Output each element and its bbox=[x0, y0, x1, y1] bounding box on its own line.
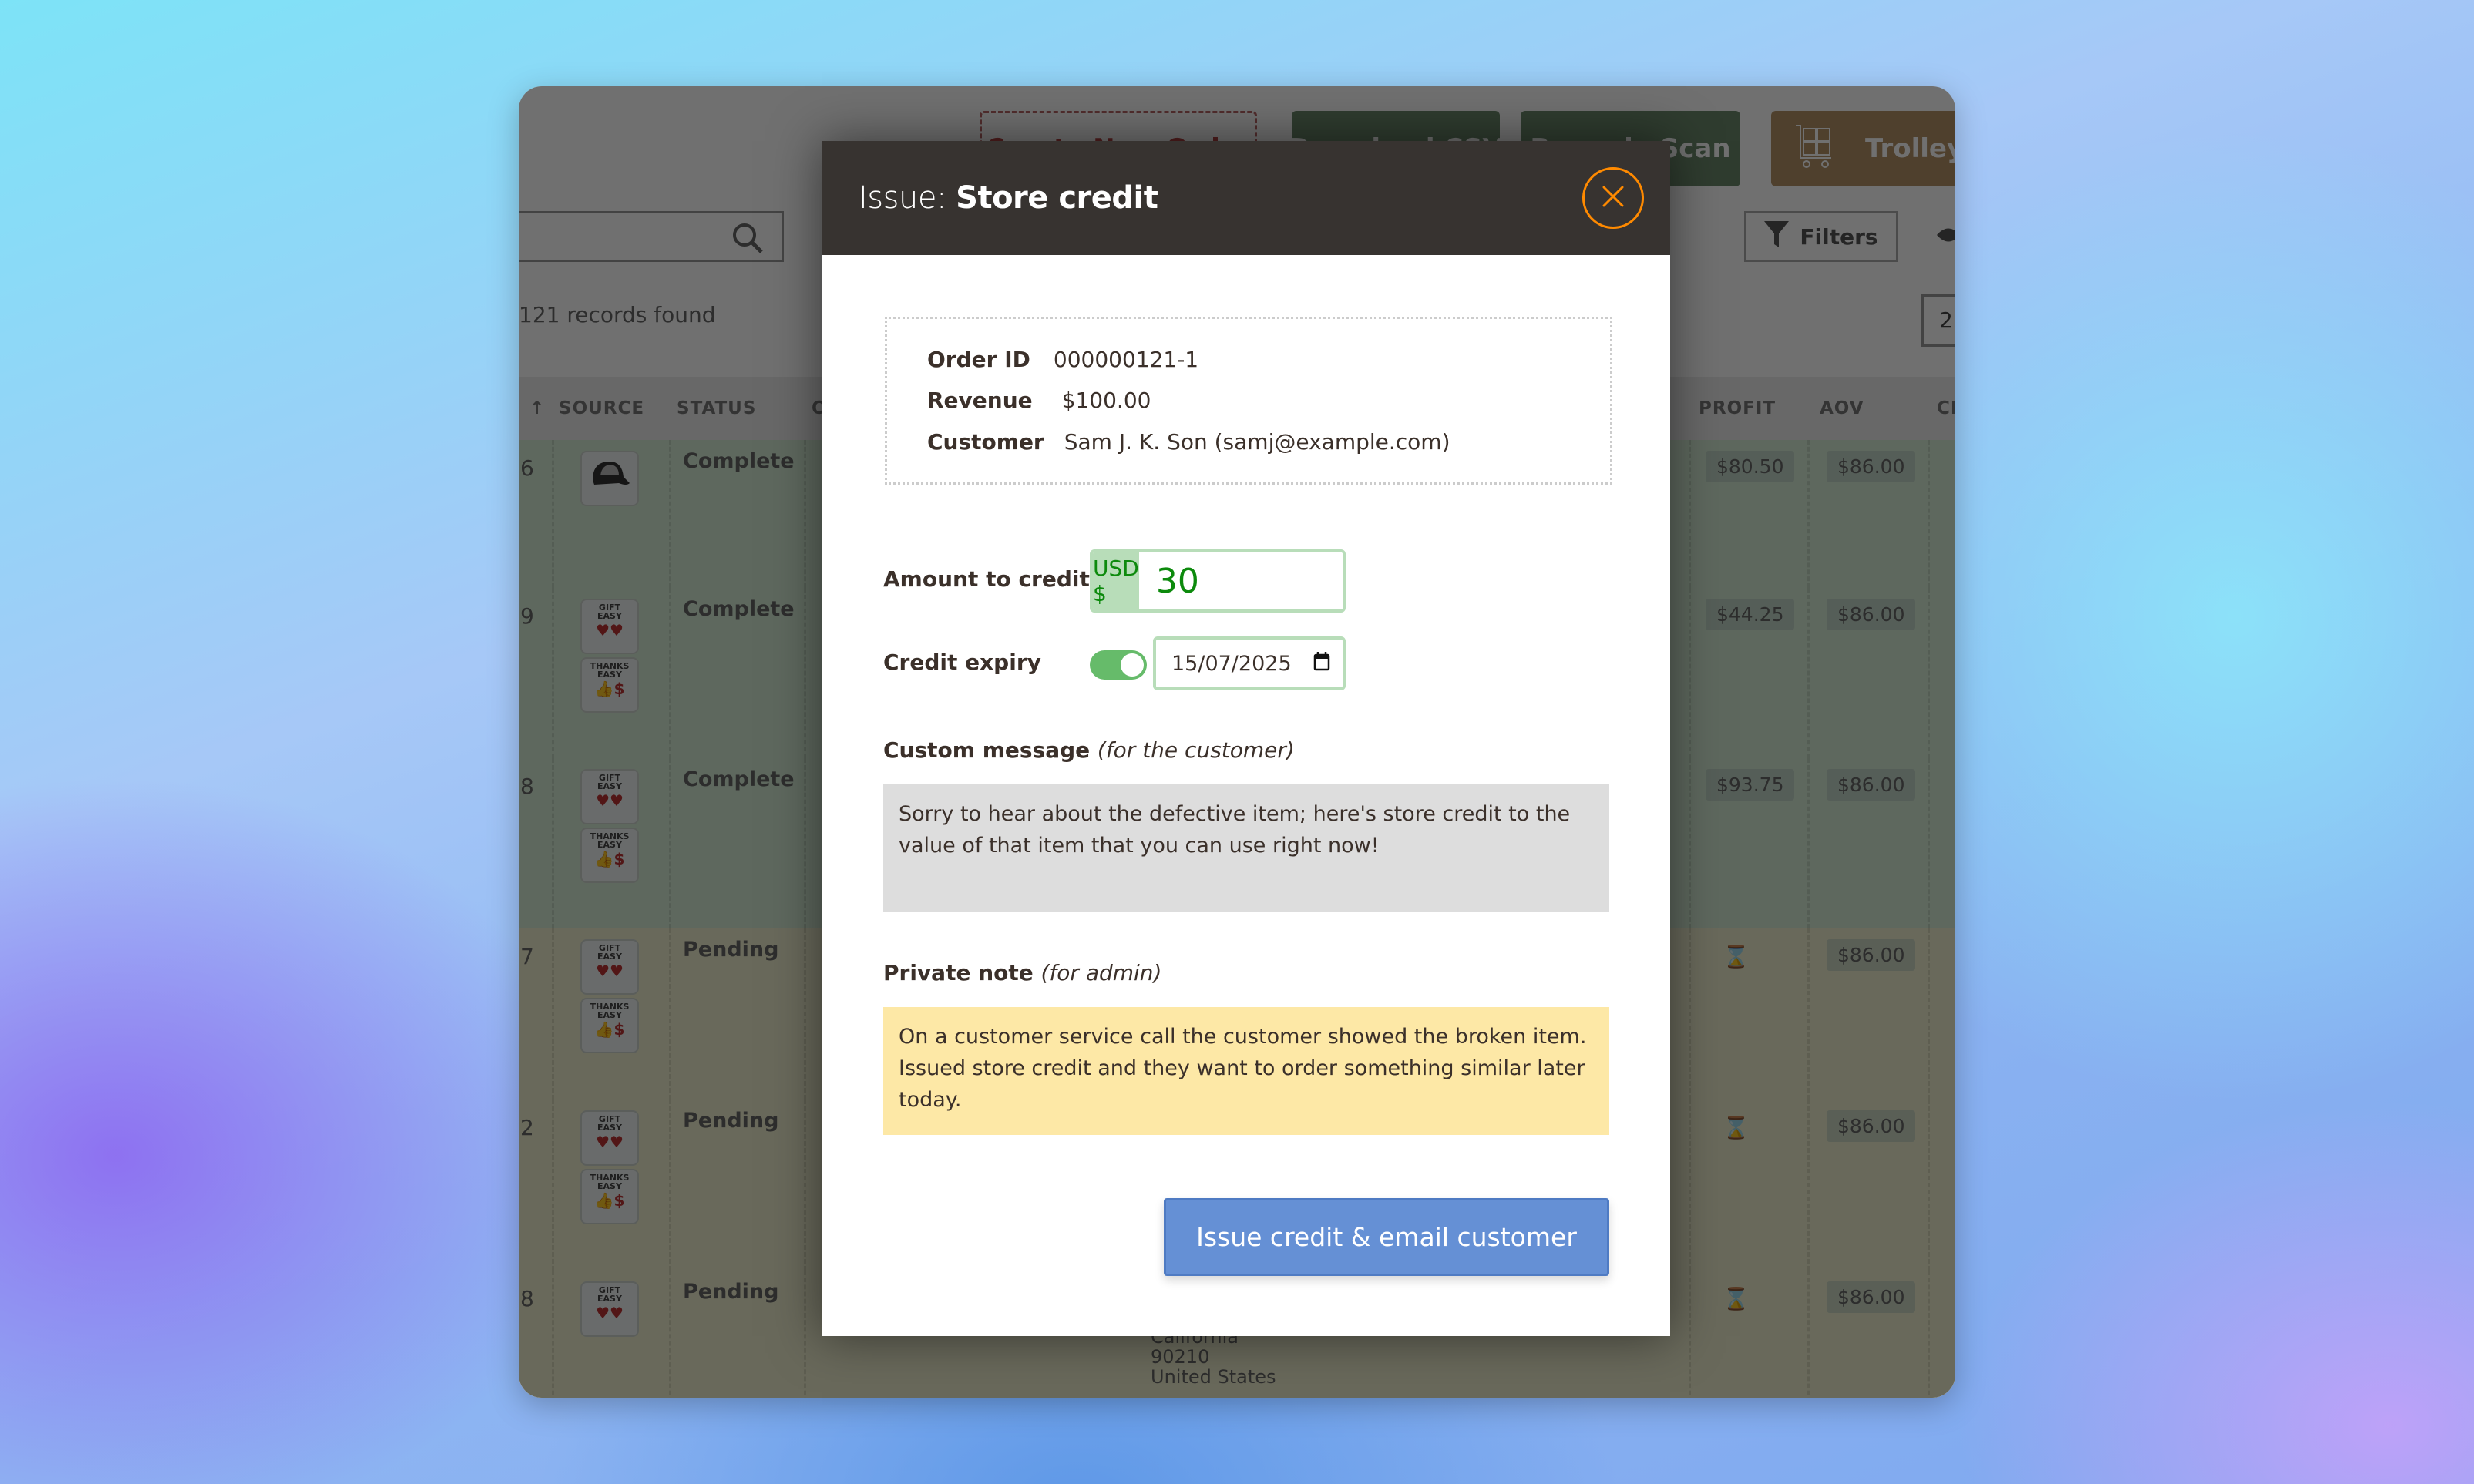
customer-label: Customer bbox=[927, 429, 1044, 455]
order-id-label: Order ID bbox=[927, 347, 1030, 372]
order-id-row: Order ID 000000121-1 bbox=[927, 347, 1198, 372]
custom-message-hint: (for the customer) bbox=[1097, 737, 1295, 763]
amount-input[interactable] bbox=[1138, 552, 1343, 609]
revenue-label: Revenue bbox=[927, 388, 1033, 413]
close-button[interactable] bbox=[1582, 167, 1644, 229]
currency-addon: USD $ bbox=[1093, 552, 1139, 609]
customer-value: Sam J. K. Son (samj@example.com) bbox=[1064, 429, 1450, 455]
close-icon bbox=[1602, 185, 1625, 211]
modal-title-main: Store credit bbox=[956, 180, 1158, 216]
private-note-hint: (for admin) bbox=[1040, 960, 1162, 985]
custom-message-textarea[interactable]: Sorry to hear about the defective item; … bbox=[883, 784, 1609, 912]
order-summary: Order ID 000000121-1 Revenue $100.00 Custo… bbox=[885, 317, 1612, 485]
calendar-icon[interactable] bbox=[1313, 651, 1330, 677]
modal-header: Issue: Store credit bbox=[822, 141, 1670, 255]
credit-expiry-date-input[interactable]: 15/07/2025 bbox=[1153, 636, 1346, 690]
credit-expiry-label: Credit expiry bbox=[883, 650, 1041, 675]
issue-credit-email-button[interactable]: Issue credit & email customer bbox=[1164, 1198, 1609, 1276]
expiry-date-value: 15/07/2025 bbox=[1171, 651, 1292, 676]
store-credit-modal: Issue: Store credit Order ID 000000121-1 … bbox=[822, 141, 1670, 1336]
private-note-label: Private note (for admin) bbox=[883, 960, 1161, 985]
modal-title-prefix: Issue: bbox=[859, 180, 946, 216]
credit-expiry-toggle[interactable] bbox=[1090, 650, 1147, 680]
customer-row: Customer Sam J. K. Son (samj@example.com) bbox=[927, 429, 1450, 455]
custom-message-label: Custom message (for the customer) bbox=[883, 737, 1295, 763]
modal-title: Issue: Store credit bbox=[859, 180, 1158, 216]
private-note-textarea[interactable]: On a customer service call the customer … bbox=[883, 1007, 1609, 1135]
amount-input-group: USD $ bbox=[1090, 549, 1346, 613]
private-note-label-text: Private note bbox=[883, 960, 1034, 985]
order-id-value: 000000121-1 bbox=[1053, 347, 1199, 372]
revenue-row: Revenue $100.00 bbox=[927, 388, 1151, 413]
custom-message-label-text: Custom message bbox=[883, 737, 1091, 763]
revenue-value: $100.00 bbox=[1061, 388, 1151, 413]
toggle-knob bbox=[1121, 653, 1144, 677]
amount-label: Amount to credit bbox=[883, 566, 1090, 592]
